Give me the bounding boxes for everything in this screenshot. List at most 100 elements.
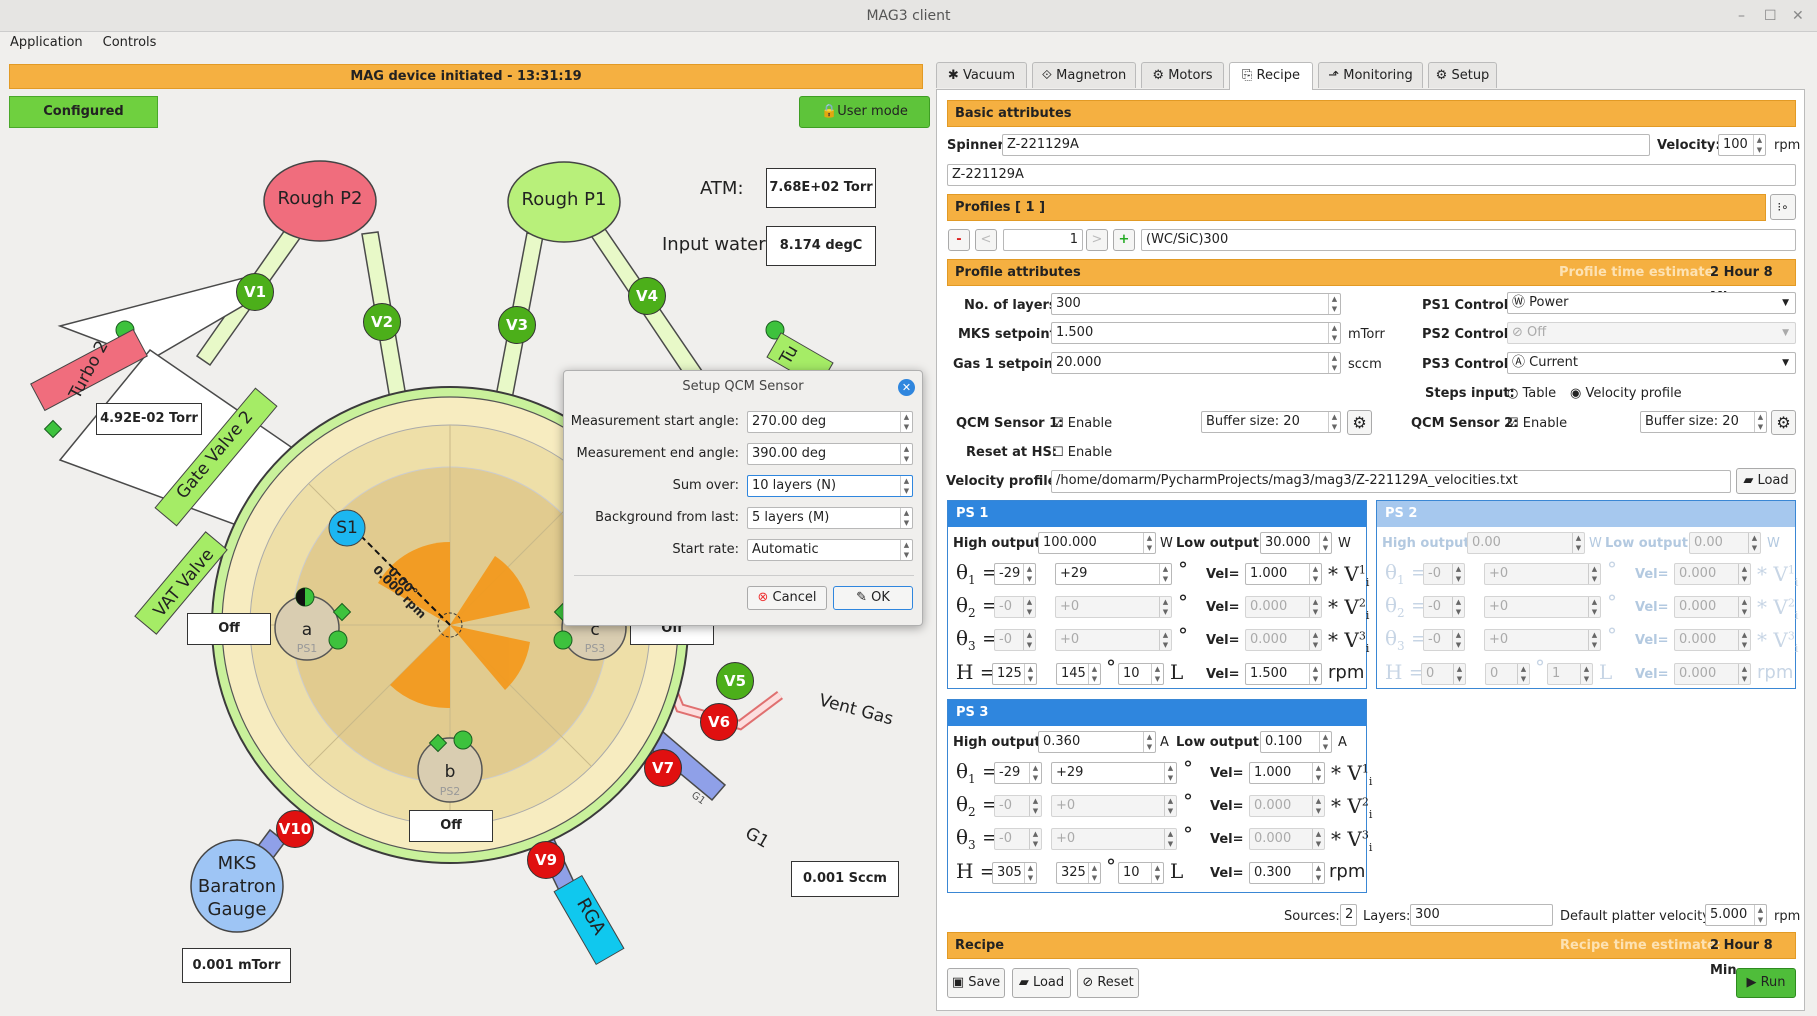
velocity-profile-path-input[interactable]: /home/domarm/PycharmProjects/mag3/mag3/Z… (1051, 470, 1731, 493)
vel-spin[interactable]: ▲ ▼ (1312, 829, 1324, 849)
s1-label[interactable]: S1 (332, 518, 362, 538)
theta-max-input[interactable]: +0 ▲ ▼ (1484, 596, 1601, 618)
profile-index-input[interactable]: 1 (1003, 229, 1083, 251)
tab-vacuum[interactable]: ✱ Vacuum (936, 62, 1027, 88)
gas1-setpoint-input[interactable]: 20.000 ▲ ▼ (1051, 352, 1341, 374)
source-a-letter[interactable]: a (297, 620, 317, 640)
theta-min-input[interactable]: -0 ▲ ▼ (994, 629, 1036, 651)
theta-max-spin[interactable]: ▲ ▼ (1588, 564, 1600, 584)
qcm2-buffer-spin[interactable]: ▲ ▼ (1754, 412, 1766, 432)
platter-spin[interactable]: ▲ ▼ (1754, 905, 1766, 925)
tab-motors[interactable]: ⚙ Motors (1141, 62, 1224, 88)
theta-min-input[interactable]: -0 ▲ ▼ (994, 596, 1036, 618)
dialog-close-icon[interactable]: ✕ (898, 379, 915, 396)
high-output-input[interactable]: 0.360 ▲ ▼ (1038, 731, 1156, 753)
theta-max-spin[interactable]: ▲ ▼ (1588, 597, 1600, 617)
dialog-row-spin[interactable]: ▲ ▼ (900, 508, 912, 528)
ok-button[interactable]: ✎ OK (833, 586, 913, 610)
high-output-input-spin[interactable]: ▲ ▼ (1143, 732, 1155, 752)
reset-hs-checkbox[interactable]: ☐ Enable (1052, 445, 1112, 460)
theta-max-spin[interactable]: ▲ ▼ (1164, 796, 1176, 816)
h-vel-input-spin[interactable]: ▲ ▼ (1309, 664, 1321, 684)
h-end-input[interactable]: 145 ▲ ▼ (1056, 663, 1101, 685)
high-output-input[interactable]: 100.000 ▲ ▼ (1038, 532, 1156, 554)
theta-min-spin[interactable]: ▲ ▼ (1029, 829, 1041, 849)
spinner-description-input[interactable]: Z-221129A (947, 164, 1796, 186)
dialog-row-input[interactable]: 390.00 deg ▲ ▼ (747, 443, 913, 465)
h-vel-input[interactable]: 1.500 ▲ ▼ (1245, 663, 1322, 685)
dialog-row-spin[interactable]: ▲ ▼ (900, 412, 912, 432)
mks-setpoint-input[interactable]: 1.500 ▲ ▼ (1051, 322, 1341, 344)
h-end-input-spin[interactable]: ▲ ▼ (1517, 664, 1529, 684)
low-output-input[interactable]: 0.00 ▲ ▼ (1689, 532, 1761, 554)
next-profile-button[interactable]: > (1086, 229, 1108, 251)
h-end-input[interactable]: 325 ▲ ▼ (1056, 862, 1101, 884)
theta-max-input[interactable]: +0 ▲ ▼ (1484, 629, 1601, 651)
theta-max-input[interactable]: +0 ▲ ▼ (1051, 828, 1177, 850)
vel-input[interactable]: 0.000 ▲ ▼ (1245, 596, 1322, 618)
cancel-button[interactable]: ⊗ Cancel (747, 586, 827, 610)
close-window-icon[interactable]: ✕ (1792, 0, 1804, 32)
qcm1-buffer-input[interactable]: Buffer size: 20 ▲ ▼ (1201, 411, 1341, 433)
low-output-input-spin[interactable]: ▲ ▼ (1748, 533, 1760, 553)
spinner-input[interactable]: Z-221129A (1002, 134, 1650, 156)
vel-input[interactable]: 1.000 ▲ ▼ (1245, 563, 1322, 585)
dialog-row-input[interactable]: 5 layers (M) ▲ ▼ (747, 507, 913, 529)
tab-monitoring[interactable]: ⬏ Monitoring (1318, 62, 1423, 88)
valve-v3[interactable]: V3 (498, 306, 536, 344)
theta-min-spin[interactable]: ▲ ▼ (1029, 796, 1041, 816)
profiles-menu-button[interactable]: ⁝∘ (1770, 194, 1796, 220)
ps1-control-select[interactable]: Ⓦ Power ▼ (1507, 292, 1796, 314)
valve-v9[interactable]: V9 (527, 841, 565, 879)
valve-v4[interactable]: V4 (628, 277, 666, 315)
h-step-input[interactable]: 1 ▲ ▼ (1547, 663, 1593, 685)
theta-min-spin[interactable]: ▲ ▼ (1452, 597, 1464, 617)
h-step-input-spin[interactable]: ▲ ▼ (1151, 664, 1163, 684)
theta-max-spin[interactable]: ▲ ▼ (1159, 630, 1171, 650)
h-start-input[interactable]: 125 ▲ ▼ (992, 663, 1037, 685)
theta-max-spin[interactable]: ▲ ▼ (1164, 829, 1176, 849)
vel-spin[interactable]: ▲ ▼ (1309, 597, 1321, 617)
low-output-input-spin[interactable]: ▲ ▼ (1319, 533, 1331, 553)
sources-input[interactable]: 2 (1340, 904, 1357, 926)
vel-input[interactable]: 0.000 ▲ ▼ (1674, 596, 1751, 618)
vel-spin[interactable]: ▲ ▼ (1738, 630, 1750, 650)
theta-min-spin[interactable]: ▲ ▼ (1023, 564, 1035, 584)
high-output-input-spin[interactable]: ▲ ▼ (1572, 533, 1584, 553)
prev-profile-button[interactable]: < (975, 229, 997, 251)
theta-max-spin[interactable]: ▲ ▼ (1164, 763, 1176, 783)
theta-max-input[interactable]: +0 ▲ ▼ (1055, 629, 1172, 651)
h-vel-input-spin[interactable]: ▲ ▼ (1738, 664, 1750, 684)
tab-magnetron[interactable]: ⟐ Magnetron (1032, 62, 1136, 88)
theta-min-spin[interactable]: ▲ ▼ (1452, 564, 1464, 584)
source-a-state[interactable]: Off (187, 613, 271, 645)
qcm2-enable-checkbox[interactable]: ☑ Enable (1507, 416, 1567, 431)
theta-max-spin[interactable]: ▲ ▼ (1159, 597, 1171, 617)
tab-setup[interactable]: ⚙ Setup (1428, 62, 1497, 88)
vel-input[interactable]: 0.000 ▲ ▼ (1674, 629, 1751, 651)
mks-spin[interactable]: ▲ ▼ (1328, 323, 1340, 343)
h-step-input[interactable]: 10 ▲ ▼ (1118, 663, 1164, 685)
h-vel-input[interactable]: 0.300 ▲ ▼ (1249, 862, 1325, 884)
layers-spin[interactable]: ▲ ▼ (1328, 294, 1340, 314)
low-output-input[interactable]: 30.000 ▲ ▼ (1260, 532, 1332, 554)
h-step-input-spin[interactable]: ▲ ▼ (1580, 664, 1592, 684)
vel-input[interactable]: 0.000 ▲ ▼ (1245, 629, 1322, 651)
valve-v10[interactable]: V10 (276, 810, 314, 848)
low-output-input[interactable]: 0.100 ▲ ▼ (1260, 731, 1332, 753)
minimize-icon[interactable]: – (1738, 0, 1745, 32)
valve-v1[interactable]: V1 (236, 273, 274, 311)
theta-min-spin[interactable]: ▲ ▼ (1023, 630, 1035, 650)
h-vel-input-spin[interactable]: ▲ ▼ (1312, 863, 1324, 883)
layers-total-input[interactable]: 300 (1410, 904, 1553, 926)
menu-controls[interactable]: Controls (93, 32, 167, 54)
layers-input[interactable]: 300 ▲ ▼ (1051, 293, 1341, 315)
high-output-input[interactable]: 0.00 ▲ ▼ (1467, 532, 1585, 554)
qcm2-settings-gear-icon[interactable]: ⚙ (1771, 410, 1796, 435)
vel-spin[interactable]: ▲ ▼ (1738, 564, 1750, 584)
theta-min-spin[interactable]: ▲ ▼ (1452, 630, 1464, 650)
theta-max-spin[interactable]: ▲ ▼ (1588, 630, 1600, 650)
h-step-input[interactable]: 10 ▲ ▼ (1118, 862, 1164, 884)
vel-input[interactable]: 0.000 ▲ ▼ (1249, 795, 1325, 817)
theta-min-input[interactable]: -0 ▲ ▼ (1423, 563, 1465, 585)
